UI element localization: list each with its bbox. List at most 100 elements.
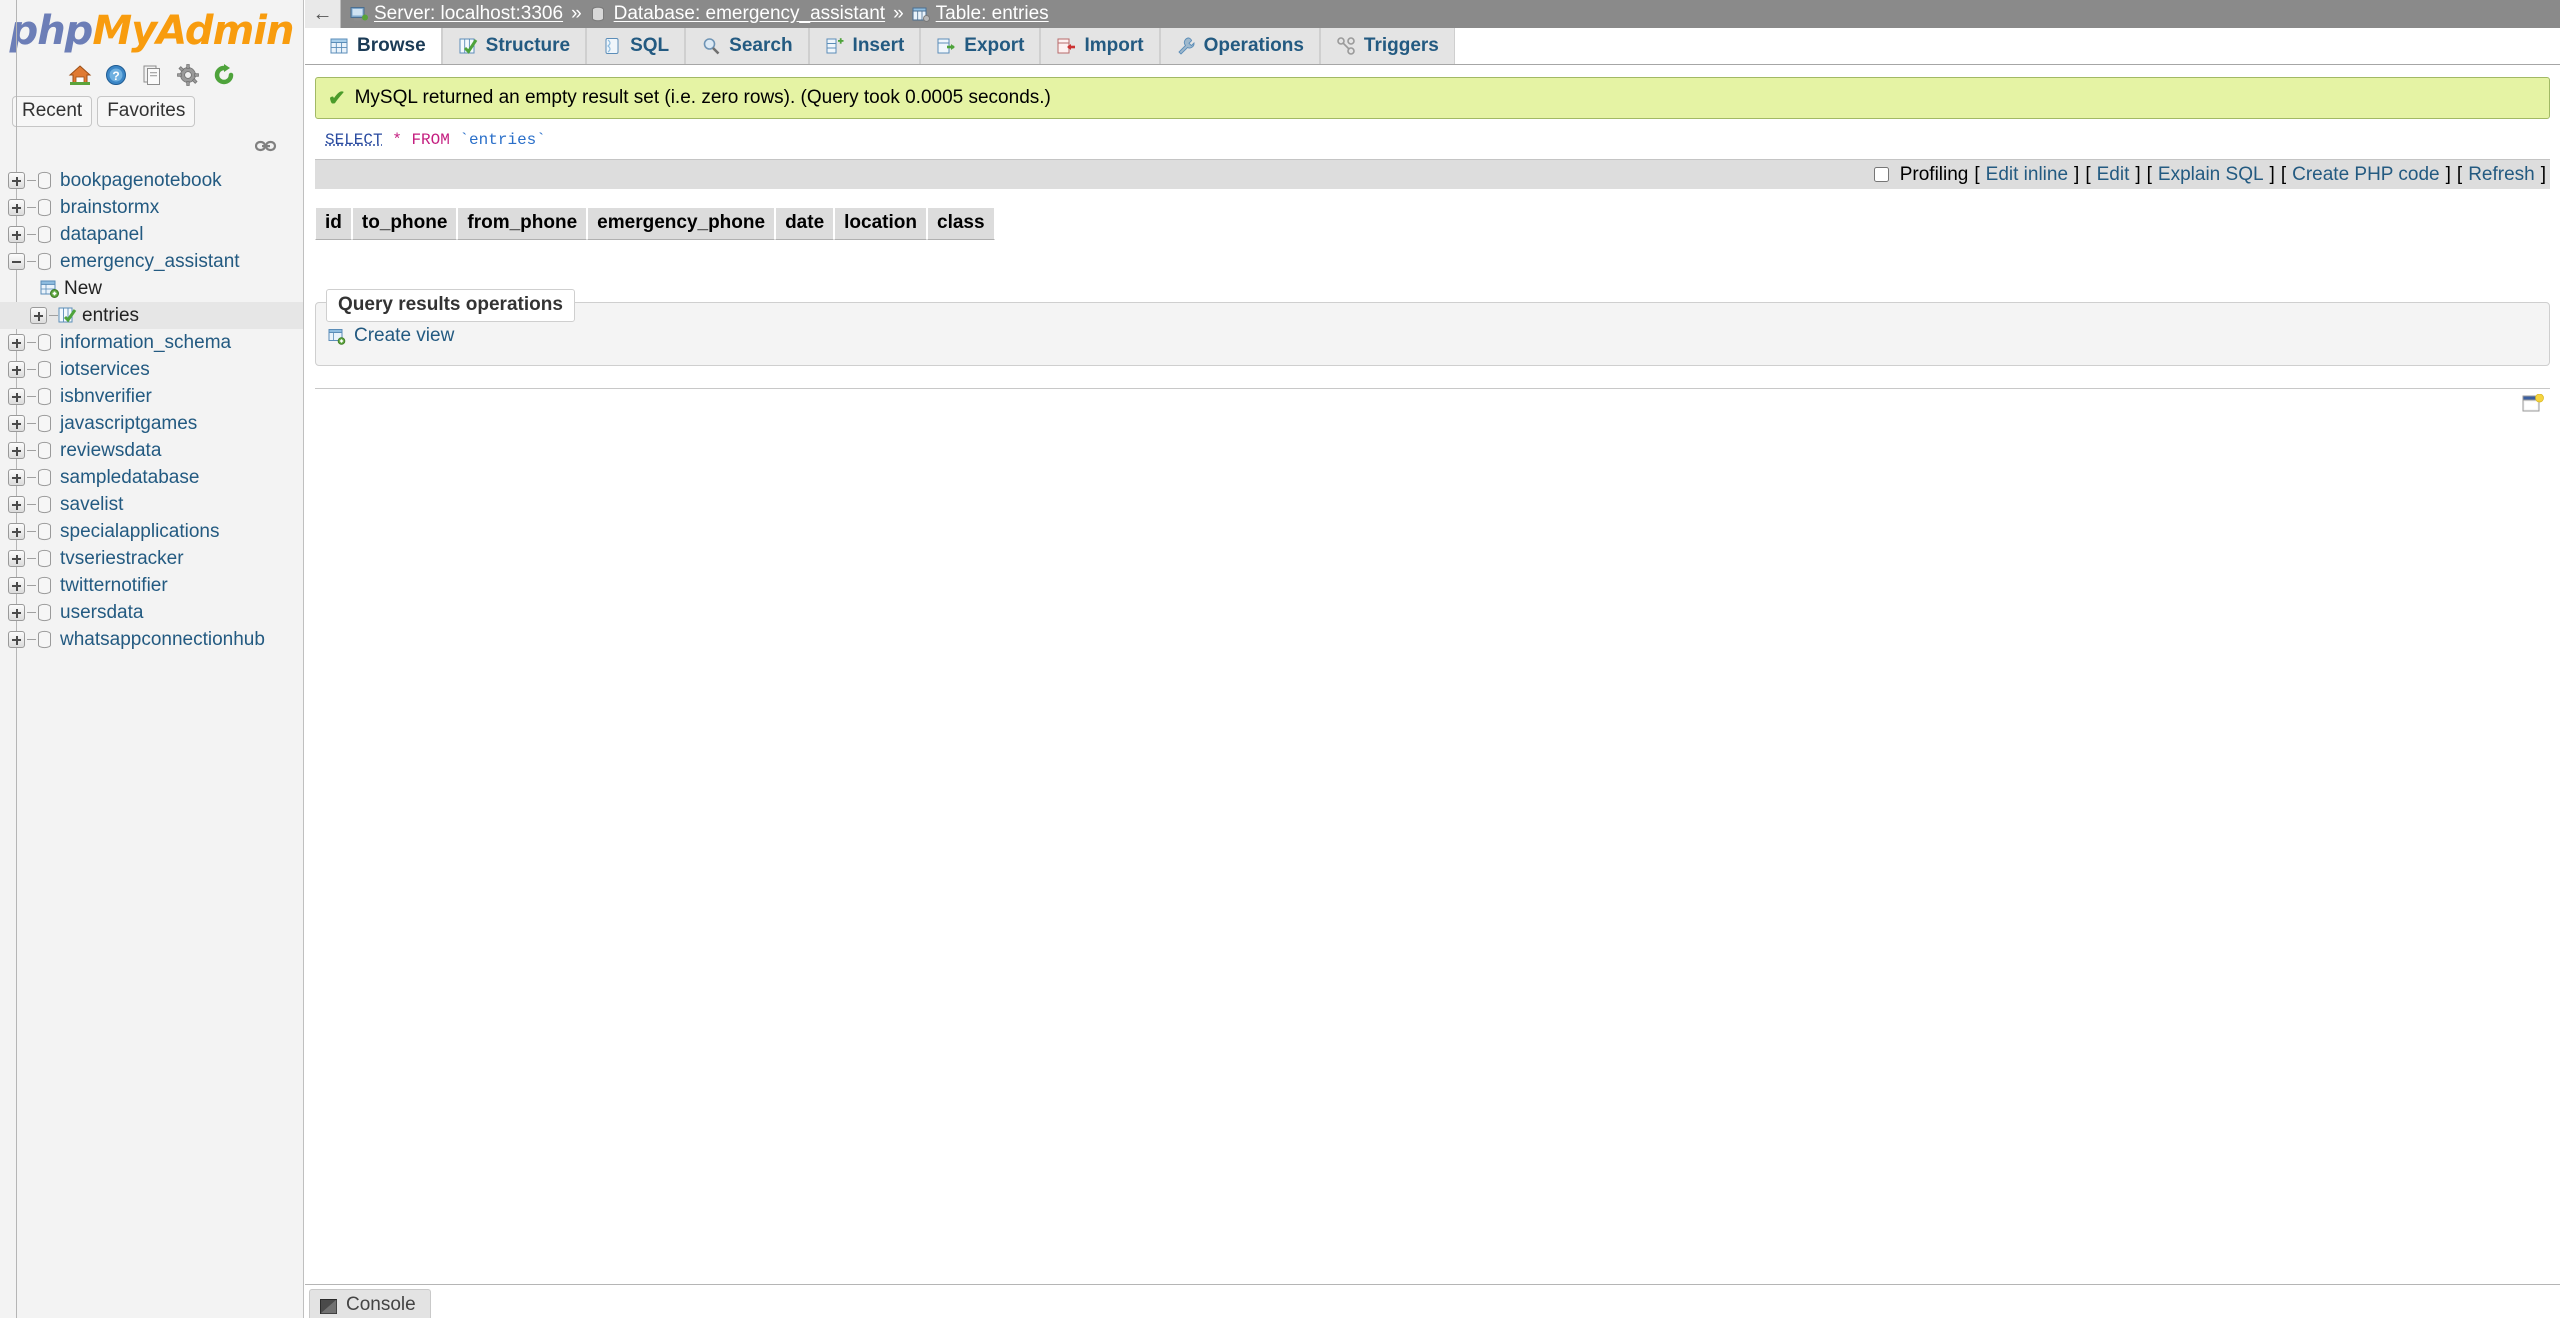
expand-toggle-icon[interactable] bbox=[8, 442, 25, 459]
db-node-information-schema[interactable]: information_schema bbox=[0, 329, 303, 356]
docs-icon[interactable] bbox=[139, 62, 165, 88]
edit-link[interactable]: Edit bbox=[2097, 164, 2130, 186]
db-node-isbnverifier[interactable]: isbnverifier bbox=[0, 383, 303, 410]
expand-toggle-icon[interactable] bbox=[8, 631, 25, 648]
expand-toggle-icon[interactable] bbox=[8, 388, 25, 405]
edit-inline-link[interactable]: Edit inline bbox=[1986, 164, 2068, 186]
breadcrumb-database[interactable]: Database: emergency_assistant bbox=[614, 3, 885, 25]
db-node-brainstormx[interactable]: brainstormx bbox=[0, 194, 303, 221]
column-header-id[interactable]: id bbox=[315, 207, 352, 240]
db-node-twitternotifier[interactable]: twitternotifier bbox=[0, 572, 303, 599]
db-node-datapanel[interactable]: datapanel bbox=[0, 221, 303, 248]
tab-insert[interactable]: Insert bbox=[808, 28, 921, 64]
tree-dash bbox=[27, 639, 36, 640]
tab-triggers[interactable]: Triggers bbox=[1319, 28, 1455, 64]
column-header-date[interactable]: date bbox=[775, 207, 835, 240]
tab-import[interactable]: Import bbox=[1040, 28, 1160, 64]
profiling-label[interactable]: Profiling bbox=[1874, 164, 1968, 186]
expand-toggle-icon[interactable] bbox=[8, 361, 25, 378]
column-header-to-phone[interactable]: to_phone bbox=[351, 207, 458, 240]
db-label[interactable]: sampledatabase bbox=[60, 467, 199, 489]
sql-query-display[interactable]: SELECT * FROM `entries` bbox=[315, 119, 2550, 159]
tab-export[interactable]: Export bbox=[920, 28, 1041, 64]
app-logo[interactable]: phpMyAdmin bbox=[0, 0, 303, 56]
refresh-link[interactable]: Refresh bbox=[2468, 164, 2535, 186]
db-label[interactable]: twitternotifier bbox=[60, 575, 168, 597]
db-label[interactable]: usersdata bbox=[60, 602, 143, 624]
favorites-button[interactable]: Favorites bbox=[97, 96, 196, 127]
tab-sql[interactable]: SQL bbox=[586, 28, 686, 64]
expand-toggle-icon[interactable] bbox=[8, 469, 25, 486]
tab-label: Operations bbox=[1203, 35, 1304, 56]
db-node-specialapplications[interactable]: specialapplications bbox=[0, 518, 303, 545]
db-node-emergency-assistant[interactable]: emergency_assistant bbox=[0, 248, 303, 275]
column-header-from-phone[interactable]: from_phone bbox=[457, 207, 588, 240]
collapse-toggle-icon[interactable] bbox=[8, 253, 25, 270]
db-label[interactable]: isbnverifier bbox=[60, 386, 152, 408]
db-label[interactable]: bookpagenotebook bbox=[60, 170, 222, 192]
home-icon[interactable] bbox=[67, 62, 93, 88]
profiling-checkbox[interactable] bbox=[1874, 166, 1890, 182]
database-icon bbox=[36, 387, 53, 406]
db-label[interactable]: savelist bbox=[60, 494, 123, 516]
expand-toggle-icon[interactable] bbox=[8, 496, 25, 513]
expand-toggle-icon[interactable] bbox=[8, 577, 25, 594]
db-node-javascriptgames[interactable]: javascriptgames bbox=[0, 410, 303, 437]
db-label[interactable]: datapanel bbox=[60, 224, 143, 246]
expand-toggle-icon[interactable] bbox=[8, 334, 25, 351]
column-header-class[interactable]: class bbox=[927, 207, 995, 240]
expand-toggle-icon[interactable] bbox=[8, 172, 25, 189]
db-node-reviewsdata[interactable]: reviewsdata bbox=[0, 437, 303, 464]
link-icon[interactable] bbox=[254, 137, 277, 152]
console-toggle-button[interactable]: Console bbox=[309, 1289, 431, 1318]
column-header-emergency-phone[interactable]: emergency_phone bbox=[587, 207, 776, 240]
database-icon bbox=[36, 414, 53, 433]
explain-sql-link[interactable]: Explain SQL bbox=[2158, 164, 2264, 186]
settings-icon[interactable] bbox=[175, 62, 201, 88]
expand-toggle-icon[interactable] bbox=[8, 604, 25, 621]
expand-toggle-icon[interactable] bbox=[30, 307, 47, 324]
db-node-whatsappconnectionhub[interactable]: whatsappconnectionhub bbox=[0, 626, 303, 653]
db-label[interactable]: reviewsdata bbox=[60, 440, 161, 462]
tab-search[interactable]: Search bbox=[685, 28, 809, 64]
db-label[interactable]: whatsappconnectionhub bbox=[60, 629, 265, 651]
expand-toggle-icon[interactable] bbox=[8, 226, 25, 243]
help-icon[interactable]: ? bbox=[103, 62, 129, 88]
breadcrumb-server[interactable]: Server: localhost:3306 bbox=[374, 3, 563, 25]
db-node-savelist[interactable]: savelist bbox=[0, 491, 303, 518]
db-label[interactable]: information_schema bbox=[60, 332, 231, 354]
db-node-sampledatabase[interactable]: sampledatabase bbox=[0, 464, 303, 491]
expand-toggle-icon[interactable] bbox=[8, 199, 25, 216]
database-icon bbox=[36, 171, 53, 190]
db-node-iotservices[interactable]: iotservices bbox=[0, 356, 303, 383]
db-node-usersdata[interactable]: usersdata bbox=[0, 599, 303, 626]
create-view-link[interactable]: Create view bbox=[328, 325, 2537, 347]
db-label[interactable]: brainstormx bbox=[60, 197, 159, 219]
breadcrumb-table[interactable]: Table: entries bbox=[936, 3, 1049, 25]
db-label[interactable]: tvseriestracker bbox=[60, 548, 184, 570]
tab-operations[interactable]: Operations bbox=[1159, 28, 1320, 64]
recent-button[interactable]: Recent bbox=[12, 96, 93, 127]
db-label[interactable]: specialapplications bbox=[60, 521, 220, 543]
db-node-bookpagenotebook[interactable]: bookpagenotebook bbox=[0, 167, 303, 194]
tree-item-new[interactable]: New bbox=[0, 275, 303, 302]
tree-item-entries[interactable]: entries bbox=[0, 302, 303, 329]
tree-dash bbox=[27, 423, 36, 424]
db-label[interactable]: iotservices bbox=[60, 359, 150, 381]
db-label[interactable]: javascriptgames bbox=[60, 413, 197, 435]
db-node-tvseriestracker[interactable]: tvseriestracker bbox=[0, 545, 303, 572]
table-label[interactable]: entries bbox=[82, 305, 139, 327]
expand-toggle-icon[interactable] bbox=[8, 415, 25, 432]
column-header-location[interactable]: location bbox=[834, 207, 927, 240]
expand-toggle-icon[interactable] bbox=[8, 550, 25, 567]
create-php-code-link[interactable]: Create PHP code bbox=[2292, 164, 2440, 186]
tab-browse[interactable]: Browse bbox=[313, 28, 442, 64]
window-bookmark-icon[interactable] bbox=[2522, 393, 2544, 414]
database-icon bbox=[36, 603, 53, 622]
expand-toggle-icon[interactable] bbox=[8, 523, 25, 540]
new-table-label[interactable]: New bbox=[64, 278, 102, 300]
collapse-sidebar-button[interactable]: ← bbox=[305, 0, 341, 28]
db-label[interactable]: emergency_assistant bbox=[60, 251, 240, 273]
reload-icon[interactable] bbox=[211, 62, 237, 88]
tab-structure[interactable]: Structure bbox=[441, 28, 587, 64]
